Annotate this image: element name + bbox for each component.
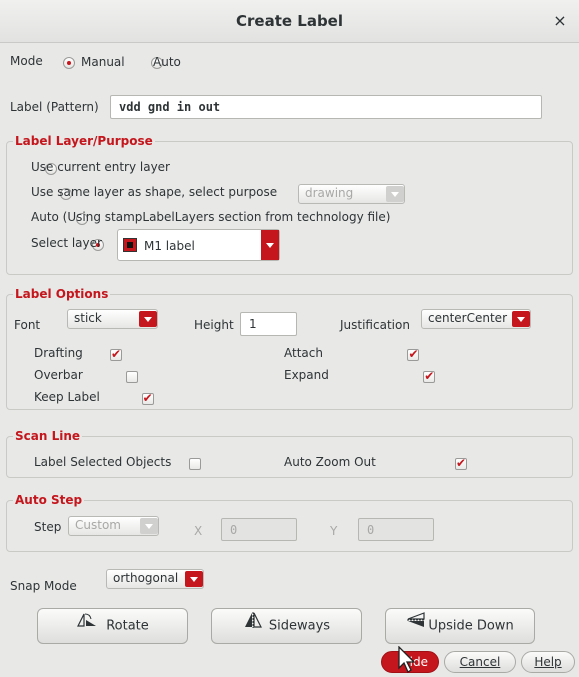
keep-label-checkbox[interactable] (141, 391, 154, 405)
height-label: Height (194, 318, 234, 332)
auto-zoom-out-checkbox[interactable] (454, 456, 467, 470)
sideways-icon (243, 609, 263, 643)
sideways-label: Sideways (268, 618, 331, 634)
height-input[interactable]: 1 (240, 312, 297, 336)
mode-manual-label: Manual (81, 55, 125, 69)
upside-down-icon (406, 609, 426, 643)
scan-line-title: Scan Line (13, 429, 83, 443)
chevron-down-icon (185, 571, 203, 587)
step-label: Step (34, 520, 62, 534)
help-button-label: Help (534, 655, 562, 669)
mouse-cursor-icon (397, 645, 417, 677)
label-selected-objects-label: Label Selected Objects (34, 455, 172, 469)
layer-purpose-title: Label Layer/Purpose (13, 134, 155, 148)
justification-select-value: centerCenter (428, 311, 507, 325)
layer-select-value: M1 label (144, 239, 195, 253)
help-button[interactable]: Help (521, 651, 575, 673)
layer-select[interactable]: M1 label (117, 229, 280, 261)
label-options-title: Label Options (13, 287, 111, 301)
label-pattern-input[interactable]: vdd gnd in out (110, 95, 542, 119)
keep-label-label: Keep Label (34, 390, 100, 404)
y-input[interactable]: 0 (358, 518, 434, 541)
sideways-button[interactable]: Sideways (211, 608, 362, 644)
auto-zoom-out-label: Auto Zoom Out (284, 455, 376, 469)
font-select-value: stick (74, 311, 102, 325)
attach-checkbox[interactable] (407, 347, 420, 361)
mode-manual-radio[interactable] (63, 56, 75, 69)
drafting-label: Drafting (34, 346, 83, 360)
expand-label: Expand (284, 368, 329, 382)
window-title: Create Label (236, 12, 343, 30)
attach-label: Attach (284, 346, 323, 360)
select-layer-label: Select layer (31, 236, 102, 250)
y-label: Y (330, 524, 338, 538)
upside-down-label: Upside Down (428, 618, 514, 634)
label-pattern-label: Label (Pattern) (10, 100, 99, 114)
x-label: X (194, 524, 203, 538)
rotate-icon (76, 609, 98, 643)
rotate-label: Rotate (106, 618, 149, 634)
purpose-select[interactable]: drawing (298, 184, 405, 204)
purpose-select-value: drawing (305, 186, 354, 200)
label-selected-objects-checkbox[interactable] (189, 457, 202, 470)
mode-label: Mode (10, 54, 43, 68)
drafting-checkbox[interactable] (109, 347, 122, 361)
auto-step-title: Auto Step (13, 493, 85, 507)
justification-label: Justification (340, 318, 410, 332)
chevron-down-icon (139, 311, 157, 327)
font-select[interactable]: stick (67, 309, 158, 329)
close-icon[interactable]: × (548, 10, 572, 32)
mode-auto-label: Auto (153, 55, 181, 69)
layer-swatch-icon (123, 238, 137, 252)
rotate-button[interactable]: Rotate (37, 608, 188, 644)
expand-checkbox[interactable] (423, 369, 436, 383)
overbar-checkbox[interactable] (125, 370, 138, 383)
overbar-label: Overbar (34, 368, 83, 382)
chevron-down-icon (261, 230, 279, 260)
justification-select[interactable]: centerCenter (421, 309, 531, 329)
chevron-down-icon (512, 311, 530, 327)
upside-down-button[interactable]: Upside Down (385, 608, 535, 644)
step-select[interactable]: Custom (68, 516, 159, 536)
use-current-layer-label: Use current entry layer (31, 160, 170, 174)
font-label: Font (14, 318, 41, 332)
use-same-layer-label: Use same layer as shape, select purpose (31, 185, 278, 199)
cancel-button-label: Cancel (459, 655, 501, 669)
x-input[interactable]: 0 (221, 518, 297, 541)
snap-mode-select[interactable]: orthogonal (106, 569, 204, 589)
chevron-down-icon (386, 186, 404, 202)
snap-mode-label: Snap Mode (10, 579, 77, 593)
step-select-value: Custom (75, 518, 121, 532)
chevron-down-icon (140, 518, 158, 534)
snap-mode-value: orthogonal (113, 571, 179, 585)
auto-stamp-label: Auto (Using stampLabelLayers section fro… (31, 210, 391, 224)
cancel-button[interactable]: Cancel (444, 651, 516, 673)
